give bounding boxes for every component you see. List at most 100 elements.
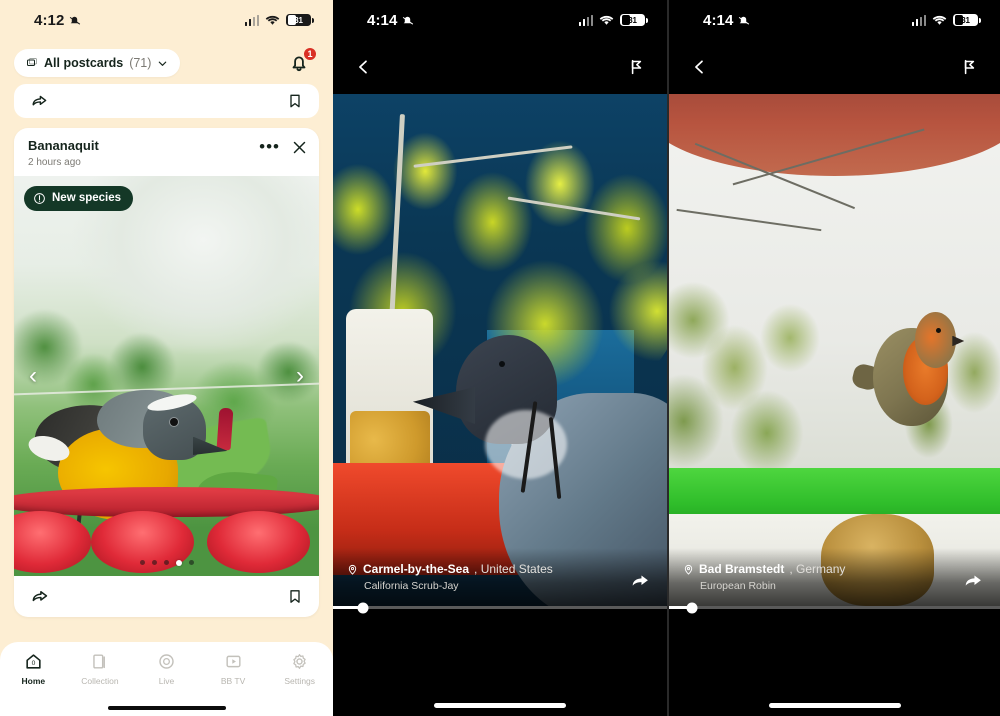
postcard-card: Bananaquit 2 hours ago ••• New species ‹… bbox=[14, 128, 319, 617]
carousel-pager[interactable] bbox=[14, 559, 319, 566]
card-more-button[interactable]: ••• bbox=[259, 138, 280, 155]
caption-text-group: Bad Bramstedt , Germany European Robin bbox=[683, 562, 845, 592]
video-frame-european-robin bbox=[669, 94, 1000, 606]
caption-country: , United States bbox=[474, 562, 553, 576]
video-scrubber-panel2[interactable] bbox=[333, 602, 667, 613]
caption-place-row: Carmel-by-the-Sea , United States bbox=[347, 562, 553, 576]
battery-level: 31 bbox=[294, 15, 303, 25]
panel-video-bad-bramstedt: 4:14 31 Bad Bramstedt , Germany European… bbox=[667, 0, 1000, 716]
chevron-left-icon[interactable] bbox=[691, 56, 708, 78]
status-time-group: 4:14 bbox=[367, 12, 414, 29]
video-caption-panel3: Bad Bramstedt , Germany European Robin bbox=[669, 548, 1000, 606]
share-icon[interactable] bbox=[30, 92, 50, 110]
info-icon bbox=[34, 192, 45, 204]
panel-video-carmel: 4:14 31 Carmel-by-the-Sea , United State… bbox=[333, 0, 667, 716]
card-timestamp: 2 hours ago bbox=[28, 156, 81, 168]
video-frame-scrub-jay bbox=[333, 94, 667, 606]
video-player-panel3[interactable]: Bad Bramstedt , Germany European Robin bbox=[669, 94, 1000, 606]
chevron-left-icon[interactable] bbox=[355, 56, 372, 78]
carousel-prev-button[interactable]: ‹ bbox=[20, 362, 46, 389]
filter-label: All postcards bbox=[44, 56, 124, 70]
tab-home[interactable]: 0 Home bbox=[0, 652, 67, 686]
status-bar-panel3: 4:14 31 bbox=[669, 0, 1000, 40]
share-icon[interactable] bbox=[629, 570, 653, 592]
status-bar-panel2: 4:14 31 bbox=[333, 0, 667, 40]
svg-text:0: 0 bbox=[31, 660, 35, 667]
screenshot-stage: 4:12 31 All postcards (71) 1 Bananaquit … bbox=[0, 0, 1000, 716]
bird-european-robin bbox=[850, 309, 965, 442]
new-species-badge: New species bbox=[24, 185, 134, 211]
tab-label-home: Home bbox=[21, 676, 46, 686]
bookmark-icon[interactable] bbox=[287, 92, 303, 110]
tv-icon bbox=[226, 655, 241, 668]
feed-toolbar: All postcards (71) 1 bbox=[0, 40, 333, 82]
caption-country: , Germany bbox=[789, 562, 846, 576]
bottom-tab-bar: 0 Home Collection Live BB TV Settings bbox=[0, 642, 333, 716]
cellular-signal-icon bbox=[911, 14, 926, 26]
panel-feed: 4:12 31 All postcards (71) 1 Bananaquit … bbox=[0, 0, 333, 716]
card-titles: Bananaquit 2 hours ago bbox=[28, 138, 99, 168]
photo-feeder bbox=[14, 480, 319, 573]
scrubber-handle[interactable] bbox=[357, 602, 369, 613]
tab-label-bb-tv: BB TV bbox=[220, 676, 246, 686]
tab-live[interactable]: Live bbox=[133, 652, 200, 686]
carousel-next-button[interactable]: › bbox=[287, 362, 313, 389]
filter-count: (71) bbox=[129, 56, 152, 70]
cellular-signal-icon bbox=[578, 14, 593, 26]
caption-text-group: Carmel-by-the-Sea , United States Califo… bbox=[347, 562, 553, 592]
video-nav-bar-panel3 bbox=[669, 40, 1000, 94]
status-time: 4:14 bbox=[703, 11, 734, 29]
postcards-filter-dropdown[interactable]: All postcards (71) bbox=[14, 49, 181, 77]
video-scrubber-panel3[interactable] bbox=[669, 602, 1000, 613]
status-time: 4:14 bbox=[367, 11, 398, 29]
cellular-signal-icon bbox=[244, 14, 259, 26]
video-caption-panel2: Carmel-by-the-Sea , United States Califo… bbox=[333, 548, 667, 606]
share-icon[interactable] bbox=[30, 587, 51, 606]
caption-place: Bad Bramstedt bbox=[699, 562, 785, 576]
notifications-button[interactable]: 1 bbox=[287, 47, 317, 76]
battery-icon: 31 bbox=[953, 13, 981, 27]
status-time: 4:12 bbox=[34, 11, 65, 29]
tab-collection[interactable]: Collection bbox=[67, 652, 134, 686]
gear-icon bbox=[293, 654, 306, 669]
bell-slash-icon bbox=[70, 16, 81, 25]
tab-settings[interactable]: Settings bbox=[266, 652, 333, 686]
wifi-icon bbox=[265, 15, 280, 25]
tab-bb-tv[interactable]: BB TV bbox=[200, 652, 267, 686]
flag-icon[interactable] bbox=[961, 56, 978, 78]
status-indicators: 31 bbox=[578, 13, 648, 27]
home-indicator bbox=[434, 703, 566, 708]
home-indicator bbox=[768, 703, 901, 708]
card-footer bbox=[14, 576, 319, 617]
status-indicators: 31 bbox=[911, 13, 981, 27]
new-species-label: New species bbox=[52, 192, 122, 205]
status-indicators: 31 bbox=[244, 13, 314, 27]
scrubber-handle[interactable] bbox=[686, 602, 698, 613]
video-player-panel2[interactable]: Carmel-by-the-Sea , United States Califo… bbox=[333, 94, 667, 606]
notification-badge: 1 bbox=[303, 47, 317, 61]
tab-label-live: Live bbox=[158, 676, 175, 686]
bookmark-icon[interactable] bbox=[287, 587, 303, 606]
flag-icon[interactable] bbox=[628, 56, 645, 78]
battery-icon: 31 bbox=[620, 13, 648, 27]
close-icon[interactable] bbox=[292, 140, 307, 155]
live-icon bbox=[159, 654, 174, 669]
caption-species: California Scrub-Jay bbox=[364, 580, 459, 592]
location-pin-icon bbox=[348, 564, 357, 575]
share-icon[interactable] bbox=[962, 570, 986, 592]
postcards-icon bbox=[27, 58, 37, 66]
wifi-icon bbox=[932, 15, 947, 25]
wifi-icon bbox=[599, 15, 614, 25]
previous-card-peek[interactable] bbox=[14, 84, 319, 118]
bell-slash-icon bbox=[403, 16, 414, 25]
tab-label-settings: Settings bbox=[284, 676, 316, 686]
video-nav-bar-panel2 bbox=[333, 40, 667, 94]
home-icon: 0 bbox=[26, 654, 41, 669]
caption-place: Carmel-by-the-Sea bbox=[363, 562, 470, 576]
bell-slash-icon bbox=[739, 16, 750, 25]
card-photo[interactable]: New species ‹ › bbox=[14, 175, 319, 576]
battery-level: 31 bbox=[628, 15, 637, 25]
card-actions: ••• bbox=[259, 138, 307, 156]
home-indicator bbox=[107, 705, 226, 710]
collection-icon bbox=[93, 654, 106, 669]
